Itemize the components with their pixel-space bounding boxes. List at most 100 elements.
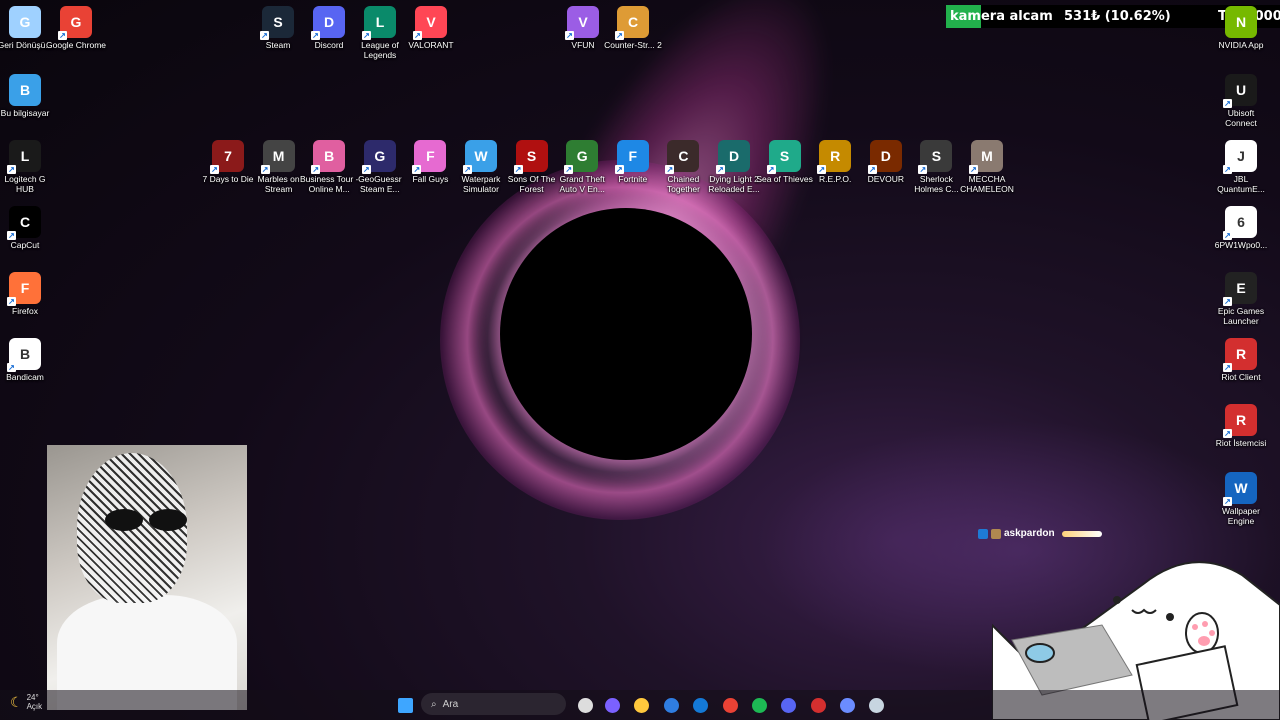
repo-icon: R ↗ <box>817 140 852 174</box>
desktop-shortcut[interactable]: R ↗ Riot İstemcisi <box>1211 404 1271 448</box>
capcut-icon: C ↗ <box>7 206 41 240</box>
copilot-icon[interactable] <box>602 695 622 715</box>
nvidia-icon: N <box>1225 6 1257 38</box>
file-explorer-icon[interactable] <box>631 695 651 715</box>
shortcut-arrow-icon: ↗ <box>817 165 827 174</box>
desktop-shortcut[interactable]: F ↗ Firefox <box>0 272 55 316</box>
vpn-icon[interactable] <box>837 695 857 715</box>
desktop-shortcut[interactable]: U ↗ Ubisoft Connect <box>1211 74 1271 128</box>
search-placeholder: Ara <box>442 698 459 710</box>
shortcut-label: MECCHA CHAMELEON <box>960 174 1014 194</box>
shortcut-arrow-icon: ↗ <box>463 165 472 174</box>
shortcut-arrow-icon: ↗ <box>1223 429 1232 438</box>
streamer-tag: askpardon <box>978 528 1102 539</box>
black-hole-graphic <box>500 208 752 460</box>
shortcut-label: JBL QuantumE... <box>1217 174 1265 194</box>
badge-icon <box>978 528 988 539</box>
weather-text: Açık <box>26 702 43 711</box>
shortcut-arrow-icon: ↗ <box>564 165 574 174</box>
fall-guys-icon: F ↗ <box>412 140 447 174</box>
riot-icon: R ↗ <box>1223 338 1257 372</box>
shortcut-arrow-icon: ↗ <box>1223 231 1232 240</box>
desktop-shortcut[interactable]: B Bu bilgisayar <box>0 74 55 118</box>
shortcut-arrow-icon: ↗ <box>7 363 16 372</box>
wallpaper-engine-icon: W ↗ <box>1223 472 1257 506</box>
7days-icon: 7 ↗ <box>210 140 244 174</box>
store-icon[interactable] <box>661 695 681 715</box>
desktop-shortcut[interactable]: B ↗ Bandicam <box>0 338 55 382</box>
desktop-shortcut[interactable]: E ↗ Epic Games Launcher <box>1211 272 1271 326</box>
badge-icon <box>991 528 1001 539</box>
shortcut-arrow-icon: ↗ <box>1223 363 1232 372</box>
chrome-icon[interactable] <box>720 695 740 715</box>
shortcut-arrow-icon: ↗ <box>614 165 624 174</box>
waterpark-icon: W ↗ <box>463 140 497 174</box>
discord-icon[interactable] <box>778 695 798 715</box>
shortcut-arrow-icon: ↗ <box>260 31 269 40</box>
riot-icon: R ↗ <box>1223 404 1257 438</box>
shortcut-label: Bu bilgisayar <box>0 108 50 118</box>
jbl-icon: J ↗ <box>1223 140 1257 174</box>
computer-icon: B <box>9 74 41 106</box>
epic-icon: E ↗ <box>1223 272 1257 306</box>
shortcut-arrow-icon: ↗ <box>615 31 624 40</box>
taskbar-search[interactable]: ⌕ Ara <box>421 693 566 715</box>
shortcut-label: Firefox <box>12 306 38 316</box>
spotify-icon[interactable] <box>749 695 769 715</box>
task-view-icon[interactable] <box>575 695 595 715</box>
moon-icon: ☾ <box>10 693 23 710</box>
logitech-icon: L ↗ <box>7 140 41 174</box>
desktop-shortcut[interactable]: C ↗ Counter-Str... 2 <box>603 6 663 50</box>
desktop-shortcut[interactable]: V ↗ VALORANT <box>401 6 461 50</box>
weather-temp: 24° <box>26 693 39 702</box>
desktop-shortcut[interactable]: L ↗ Logitech G HUB <box>0 140 55 194</box>
shortcut-arrow-icon: ↗ <box>413 31 422 40</box>
shortcut-arrow-icon: ↗ <box>1223 497 1232 506</box>
shortcut-label: 6PW1Wpo0... <box>1214 240 1268 250</box>
shortcut-label: Epic Games Launcher <box>1217 306 1265 326</box>
shortcut-arrow-icon: ↗ <box>362 31 371 40</box>
windows-start-icon[interactable] <box>395 695 415 715</box>
desktop-shortcut[interactable]: C ↗ CapCut <box>0 206 55 250</box>
vfun-icon: V ↗ <box>565 6 599 40</box>
desktop-shortcut[interactable]: M ↗ MECCHA CHAMELEON <box>957 140 1017 194</box>
ubisoft-icon: U ↗ <box>1223 74 1257 108</box>
desktop-shortcut[interactable]: N NVIDIA App <box>1211 6 1271 50</box>
shortcut-arrow-icon: ↗ <box>260 165 270 174</box>
search-icon: ⌕ <box>431 698 437 710</box>
shortcut-arrow-icon: ↗ <box>565 31 574 40</box>
firefox-icon: F ↗ <box>7 272 41 306</box>
shortcut-label: Riot Client <box>1221 372 1261 382</box>
shortcut-arrow-icon: ↗ <box>311 165 321 174</box>
shortcut-arrow-icon: ↗ <box>766 165 776 174</box>
devour-icon: D ↗ <box>867 140 902 174</box>
desktop-shortcut[interactable]: W ↗ Wallpaper Engine <box>1211 472 1271 526</box>
shortcut-label: CapCut <box>10 240 40 250</box>
riot-icon[interactable] <box>808 695 828 715</box>
weather-widget[interactable]: ☾ 24° Açık <box>10 693 42 711</box>
outlook-icon[interactable] <box>690 695 710 715</box>
meccha-icon: M ↗ <box>969 140 1003 174</box>
shortcut-arrow-icon: ↗ <box>1223 297 1232 306</box>
valorant-icon: V ↗ <box>413 6 447 40</box>
shortcut-arrow-icon: ↗ <box>7 165 16 174</box>
dying-light-icon: D ↗ <box>716 140 750 174</box>
desktop-shortcut[interactable]: J ↗ JBL QuantumE... <box>1211 140 1271 194</box>
chained-icon: C ↗ <box>665 140 700 174</box>
streamer-name: askpardon <box>1004 528 1055 539</box>
shortcut-label: VALORANT <box>408 40 454 50</box>
shortcut-arrow-icon: ↗ <box>58 31 67 40</box>
desktop-shortcut[interactable]: 6 ↗ 6PW1Wpo0... <box>1211 206 1271 250</box>
business-tour-icon: B ↗ <box>311 140 346 174</box>
desktop-shortcut[interactable]: R ↗ Riot Client <box>1211 338 1271 382</box>
chrome-icon: G ↗ <box>58 6 92 40</box>
webcam-feed <box>47 445 247 710</box>
fortnite-icon: F ↗ <box>614 140 649 174</box>
steam-icon[interactable] <box>866 695 886 715</box>
shortcut-arrow-icon: ↗ <box>665 165 675 174</box>
shortcut-label: Counter-Str... 2 <box>604 40 662 50</box>
desktop-shortcut[interactable]: G ↗ Google Chrome <box>46 6 106 50</box>
shortcut-label: Bandicam <box>6 372 44 382</box>
sherlock-icon: S ↗ <box>918 140 953 174</box>
shortcut-arrow-icon: ↗ <box>1223 99 1232 108</box>
